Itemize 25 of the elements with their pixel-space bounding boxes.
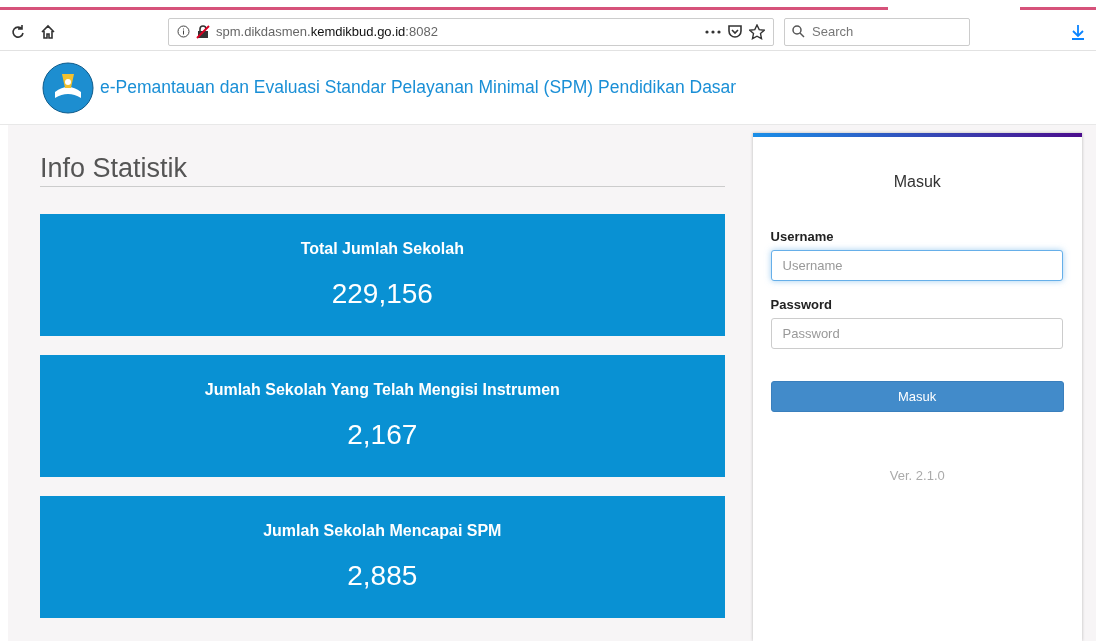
- stat-value: 2,885: [347, 560, 418, 592]
- stat-label: Jumlah Sekolah Yang Telah Mengisi Instrumen: [204, 381, 560, 399]
- search-field[interactable]: Search: [784, 17, 970, 46]
- stat-value: 2,167: [347, 419, 418, 451]
- more-icon: [705, 29, 721, 34]
- field-label: Username: [770, 229, 835, 244]
- login-button[interactable]: Masuk: [770, 381, 1064, 412]
- address-bar[interactable]: spm.dikdasmen.kemdikbud.go.id:8082: [168, 17, 774, 46]
- stat-label: Total Jumlah Sekolah: [300, 240, 464, 258]
- url-text: spm.dikdasmen.kemdikbud.go.id:8082: [216, 24, 439, 39]
- stat-value: 229,156: [331, 278, 433, 310]
- info-icon: [177, 25, 190, 38]
- section-heading: Info Statistik: [40, 153, 725, 187]
- logo-icon: [42, 61, 94, 114]
- field-label: Password: [770, 297, 833, 312]
- login-title: Masuk: [892, 173, 942, 191]
- insecure-lock-icon: [196, 24, 210, 39]
- input-field[interactable]: Username: [770, 250, 1063, 281]
- stat-label: Jumlah Sekolah Mencapai SPM: [263, 522, 502, 540]
- search-icon: [792, 24, 805, 38]
- site-title: e-Pemantauan dan Evaluasi Standar Pelayanan Minimal (SPM) Pendidikan Dasar: [100, 77, 737, 98]
- pocket-icon: [727, 24, 743, 39]
- star-icon: [749, 23, 765, 40]
- input-field[interactable]: Password: [770, 318, 1063, 349]
- version-text: Ver. 2.1.0: [888, 468, 946, 483]
